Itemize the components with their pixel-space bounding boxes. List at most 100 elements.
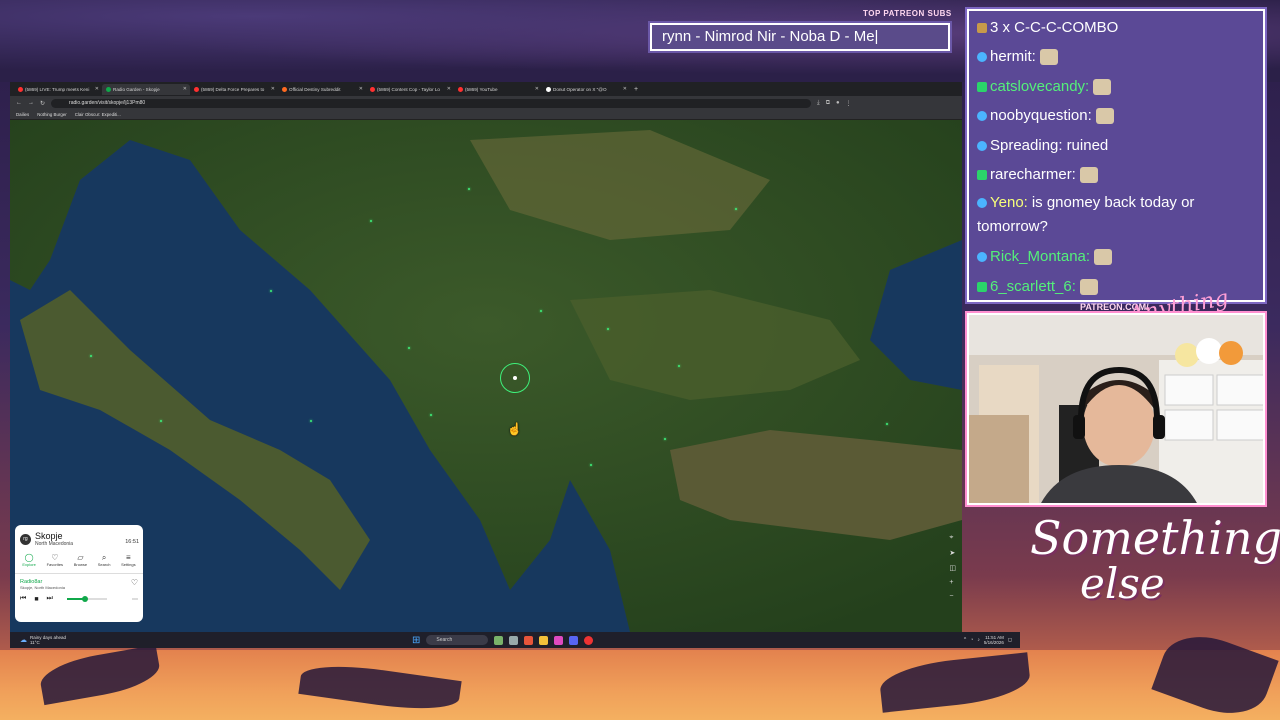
tab-close-icon[interactable]: ✕ [535,86,539,92]
volume-icon[interactable]: ♪ [977,637,980,643]
station-dot[interactable] [310,420,312,422]
locate-icon[interactable]: ⌖ [949,534,956,542]
chat-username[interactable]: rarecharmer: [990,166,1076,183]
widgets-app-icon[interactable] [494,635,504,645]
station-dot[interactable] [590,464,592,466]
tab-favicon-icon [282,86,287,92]
radio-garden-logo-icon[interactable]: rg [20,533,31,545]
rg-nav-item[interactable]: ⌕ Search [98,553,111,567]
chat-username[interactable]: 3 x C-C-C-COMBO [990,19,1118,36]
station-dot[interactable] [664,438,666,440]
satellite-map[interactable]: ☝ rg Skopje North Macedonia 16:51 ◯ Explo… [10,120,962,632]
next-icon[interactable]: ⏭ [47,595,53,603]
download-icon[interactable]: ⤓ [817,100,820,107]
station-dot[interactable] [160,420,162,422]
bookmarks-bar: Dailies Nothing Burger Clair Obscur: Exped… [10,110,962,120]
favorite-heart-icon[interactable]: ♡ [131,578,138,587]
combo-badge-icon [977,23,987,34]
layers-icon[interactable]: ◫ [949,564,956,572]
discord-icon[interactable] [569,635,579,645]
zoom-out-icon[interactable]: − [949,593,956,600]
tab-close-icon[interactable]: ✕ [183,86,187,92]
station-dot[interactable] [735,208,737,210]
rg-nav-item[interactable]: ▱ Browse [74,553,87,567]
weather-widget[interactable]: ☁ Rainy days ahead 11°C [10,635,410,645]
browser-tab[interactable]: (5869) Content Cop - Taylor Lo ✕ [366,84,454,95]
profile-icon[interactable]: ● [836,100,840,106]
station-dot[interactable] [430,414,432,416]
browser-tab[interactable]: (5869) Delta Force Prepares to ✕ [190,84,278,95]
chat-username[interactable]: Spreading: [990,137,1063,154]
taskbar-clock[interactable]: 11:51 AM 5/16/2026 [984,635,1004,645]
taskbar-search[interactable]: Search [426,635,489,645]
selected-location-marker [500,363,530,393]
chat-emote-icon [1079,167,1098,184]
kick-badge-icon [977,170,987,181]
app-icon[interactable] [554,635,564,645]
back-icon[interactable]: ← [16,100,22,106]
zoom-in-icon[interactable]: + [949,579,956,586]
more-menu-icon[interactable]: ⋮ [846,100,852,107]
windows-taskbar: ☁ Rainy days ahead 11°C ⊞ Search ^ ◔ ♪ 1… [10,632,1020,648]
tab-label: (5869) LIVE: Trump meets Keni [25,86,90,92]
chat-username[interactable]: noobyquestion: [990,107,1092,124]
bookmark-item[interactable]: Nothing Burger [37,112,67,117]
obs-icon[interactable] [584,635,594,645]
tab-close-icon[interactable]: ✕ [95,86,99,92]
tab-close-icon[interactable]: ✕ [271,86,275,92]
chat-username[interactable]: catslovecandy: [990,78,1089,95]
task-view-icon[interactable] [509,635,519,645]
new-tab-icon[interactable]: + [634,86,638,93]
browser-tab[interactable]: (5869) LIVE: Trump meets Keni ✕ [14,84,102,95]
station-dot[interactable] [468,188,470,190]
rg-nav-item[interactable]: ◯ Explore [22,553,36,567]
chat-username[interactable]: Yeno: [990,194,1028,211]
more-options-icon[interactable]: ⋯ [132,596,138,603]
windows-start-icon[interactable]: ⊞ [412,635,420,646]
bookmark-item[interactable]: Dailies [16,112,29,117]
rg-nav-label: Favorites [46,562,64,567]
notification-icon[interactable]: ◻ [1008,637,1012,643]
rg-nav-label: Browse [73,562,88,567]
chat-username[interactable]: Rick_Montana: [990,248,1090,265]
url-field[interactable]: radio.garden/visit/skopje/lj13Pm80 [51,98,812,108]
tab-close-icon[interactable]: ✕ [359,86,363,92]
browser-app-icon[interactable] [524,635,534,645]
station-dot[interactable] [540,310,542,312]
reload-icon[interactable]: ↻ [40,100,45,107]
station-dot[interactable] [607,328,609,330]
file-explorer-icon[interactable] [539,635,549,645]
rg-nav-item[interactable]: ≡ Settings [121,553,135,567]
browser-tab[interactable]: (5869) YouTube ✕ [454,84,542,95]
browser-tab[interactable]: Donut Operator on X "@O ✕ [542,84,630,95]
previous-icon[interactable]: ⏮ [20,595,26,603]
wifi-icon[interactable]: ◔ [970,637,973,643]
stop-icon[interactable]: ■ [34,596,38,603]
bookmark-item[interactable]: Clair Obscur: Expediti... [75,112,121,117]
tab-label: (5869) Content Cop - Taylor Lo [377,86,440,92]
station-dot[interactable] [678,365,680,367]
tab-close-icon[interactable]: ✕ [623,86,627,92]
rg-nav-label: Explore [22,562,36,567]
station-dot[interactable] [408,347,410,349]
station-dot[interactable] [90,355,92,357]
volume-knob[interactable] [81,596,88,602]
browser-tab[interactable]: Official Destiny Subreddit ✕ [278,84,366,95]
volume-slider[interactable] [66,596,107,602]
tab-close-icon[interactable]: ✕ [447,86,451,92]
station-dot[interactable] [270,290,272,292]
compass-icon[interactable]: ➤ [949,549,956,557]
chevron-up-icon[interactable]: ^ [964,637,966,643]
browser-tab[interactable]: Radio Garden - Skopje ✕ [102,83,190,95]
chat-username[interactable]: hermit: [990,48,1036,65]
forward-icon[interactable]: → [28,100,34,106]
chat-username[interactable]: 6_scarlett_6: [990,278,1076,295]
rg-nav-item[interactable]: ♡ Favorites [47,553,63,567]
extensions-icon[interactable]: ⧉ [826,100,830,107]
station-dot[interactable] [886,423,888,425]
map-icon: ▱ [77,553,84,562]
rg-nav-label: Settings [121,562,136,567]
chat-emote-icon [1094,249,1113,266]
station-dot[interactable] [370,220,372,222]
system-tray: ^ ◔ ♪ 11:51 AM 5/16/2026 ◻ [964,635,1020,645]
